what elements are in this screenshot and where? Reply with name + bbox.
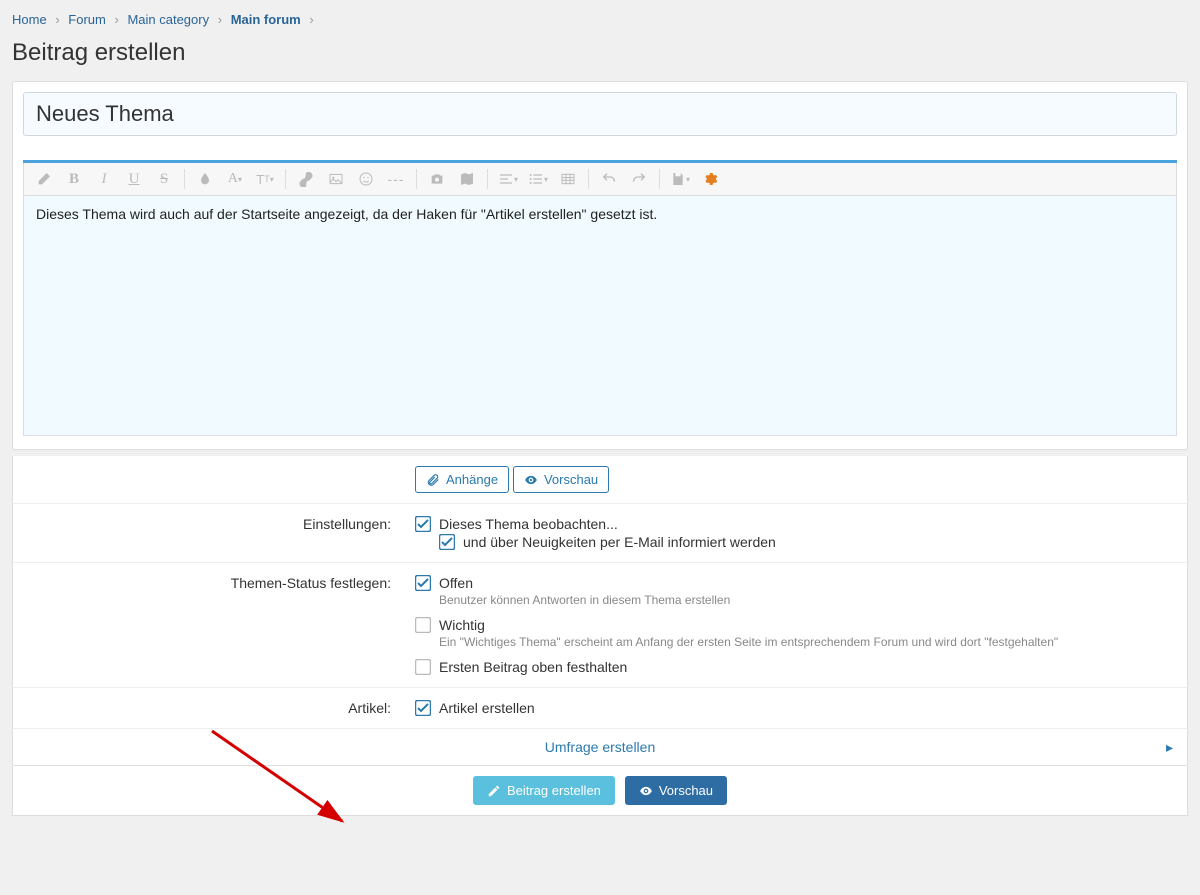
camera-icon[interactable]: [423, 167, 451, 191]
settings-section-label: Einstellungen:: [13, 504, 403, 562]
page-title: Beitrag erstellen: [12, 39, 1188, 67]
checkbox-important[interactable]: [415, 617, 431, 633]
breadcrumb-sep: ›: [55, 12, 59, 27]
pencil-icon: [487, 784, 501, 798]
checkbox-email[interactable]: [439, 534, 455, 550]
attachments-button[interactable]: Anhänge: [415, 466, 509, 493]
toolbar-separator: [184, 169, 185, 189]
toolbar-separator: [416, 169, 417, 189]
checkbox-create-article[interactable]: [415, 700, 431, 716]
open-desc: Benutzer können Antworten in diesem Them…: [439, 593, 1175, 607]
preview-button-footer[interactable]: Vorschau: [625, 776, 727, 805]
eye-icon: [524, 473, 538, 487]
preview-label-top: Vorschau: [544, 472, 598, 487]
eye-icon: [639, 784, 653, 798]
smiley-icon[interactable]: [352, 167, 380, 191]
editor-textarea[interactable]: [23, 196, 1177, 436]
drop-icon[interactable]: [191, 167, 219, 191]
toolbar-separator: [659, 169, 660, 189]
preview-label-footer: Vorschau: [659, 783, 713, 798]
breadcrumb-category[interactable]: Main category: [127, 12, 209, 27]
attachments-label: Anhänge: [446, 472, 498, 487]
list-icon[interactable]: ▾: [524, 167, 552, 191]
bold-icon[interactable]: B: [60, 167, 88, 191]
toolbar-separator: [285, 169, 286, 189]
breadcrumb-home[interactable]: Home: [12, 12, 47, 27]
create-article-label: Artikel erstellen: [439, 700, 535, 716]
image-icon[interactable]: [322, 167, 350, 191]
italic-icon[interactable]: I: [90, 167, 118, 191]
article-section-label: Artikel:: [13, 688, 403, 728]
chevron-right-icon: ▸: [1166, 739, 1173, 756]
create-survey-toggle[interactable]: Umfrage erstellen ▸: [13, 729, 1187, 765]
open-label: Offen: [439, 575, 473, 591]
breadcrumb-forum[interactable]: Forum: [68, 12, 106, 27]
breadcrumb: Home › Forum › Main category › Main foru…: [12, 10, 1188, 35]
settings-icon[interactable]: [696, 167, 724, 191]
redo-icon[interactable]: [625, 167, 653, 191]
important-label: Wichtig: [439, 617, 485, 633]
submit-label: Beitrag erstellen: [507, 783, 601, 798]
breadcrumb-sep: ›: [309, 12, 313, 27]
editor-toolbar: BIUSA▾TT▾---▾▾▾: [23, 163, 1177, 196]
pin-first-label: Ersten Beitrag oben festhalten: [439, 659, 627, 675]
paperclip-icon: [426, 473, 440, 487]
important-desc: Ein "Wichtiges Thema" erscheint am Anfan…: [439, 635, 1175, 649]
status-section-label: Themen-Status festlegen:: [13, 563, 403, 687]
email-label: und über Neuigkeiten per E-Mail informie…: [463, 534, 776, 550]
save-icon[interactable]: ▾: [666, 167, 694, 191]
link-icon[interactable]: [292, 167, 320, 191]
checkbox-open[interactable]: [415, 575, 431, 591]
underline-icon[interactable]: U: [120, 167, 148, 191]
checkbox-watch[interactable]: [415, 516, 431, 532]
subject-input[interactable]: [23, 92, 1177, 136]
breadcrumb-mainforum[interactable]: Main forum: [231, 12, 301, 27]
strike-icon[interactable]: S: [150, 167, 178, 191]
submit-button[interactable]: Beitrag erstellen: [473, 776, 615, 805]
hr-icon[interactable]: ---: [382, 167, 410, 191]
preview-button-top[interactable]: Vorschau: [513, 466, 609, 493]
breadcrumb-sep: ›: [114, 12, 118, 27]
survey-label: Umfrage erstellen: [545, 739, 656, 755]
font-color-icon[interactable]: A▾: [221, 167, 249, 191]
undo-icon[interactable]: [595, 167, 623, 191]
align-icon[interactable]: ▾: [494, 167, 522, 191]
table-icon[interactable]: [554, 167, 582, 191]
map-icon[interactable]: [453, 167, 481, 191]
breadcrumb-sep: ›: [218, 12, 222, 27]
font-size-icon[interactable]: TT▾: [251, 167, 279, 191]
eraser-icon[interactable]: [30, 167, 58, 191]
toolbar-separator: [588, 169, 589, 189]
toolbar-separator: [487, 169, 488, 189]
watch-label: Dieses Thema beobachten...: [439, 516, 618, 532]
checkbox-pin-first[interactable]: [415, 659, 431, 675]
